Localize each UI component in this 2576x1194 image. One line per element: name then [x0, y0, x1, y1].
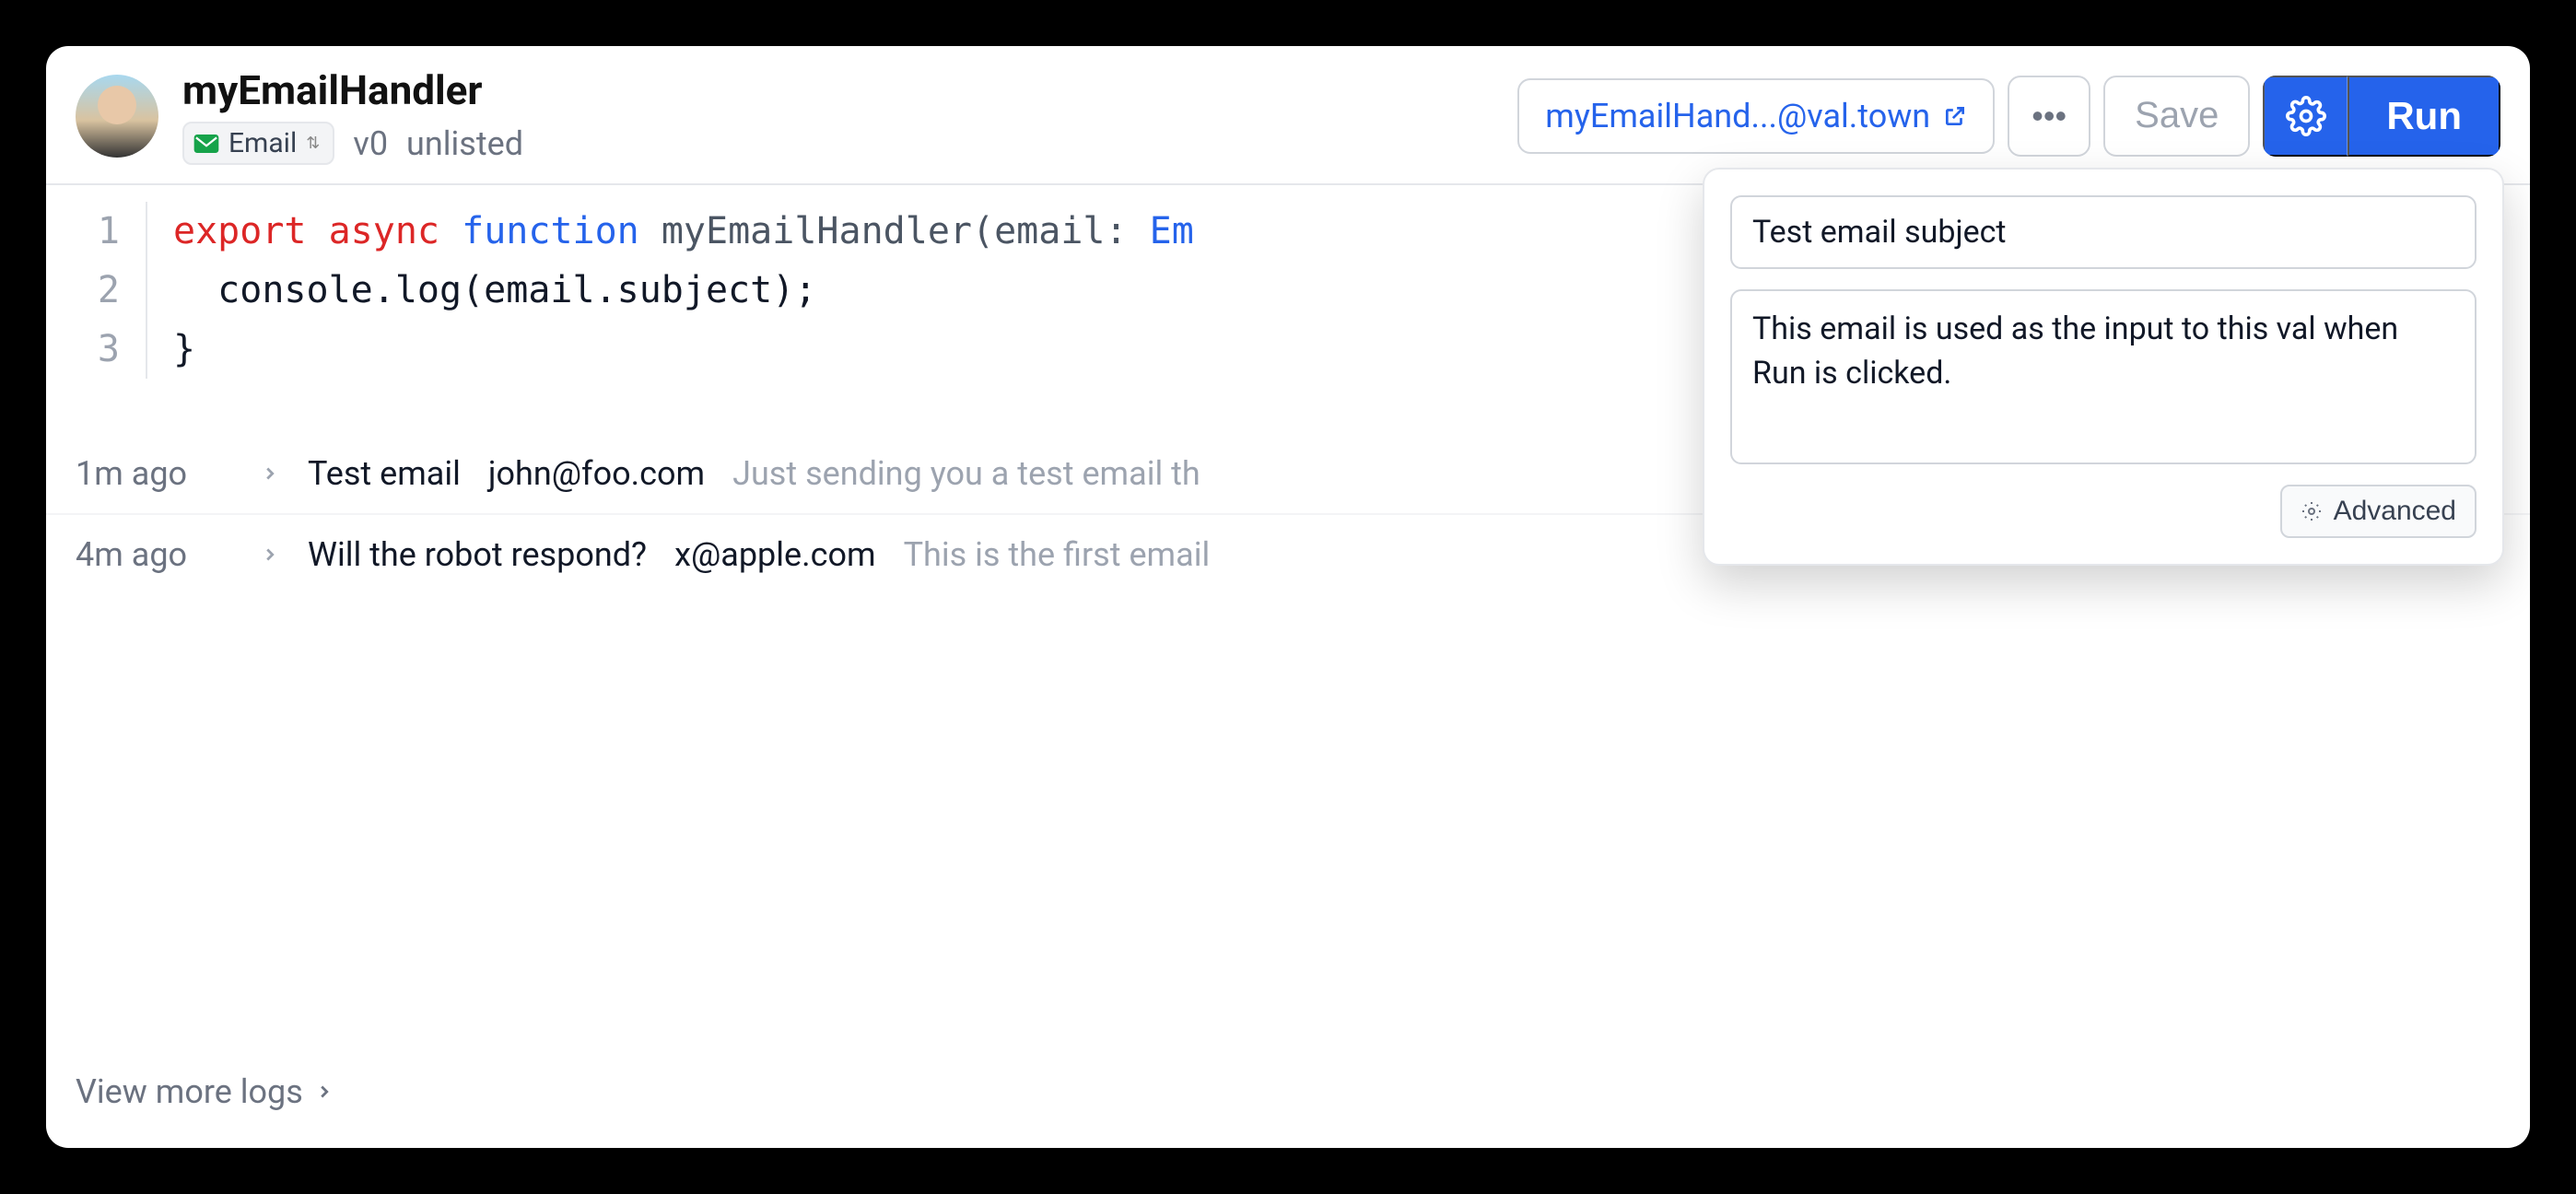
version-label: v0 — [353, 124, 388, 163]
log-subject: Will the robot respond? — [308, 535, 647, 574]
type-badge[interactable]: Email ⇅ — [182, 122, 334, 165]
val-title: myEmailHandler — [182, 66, 1493, 114]
run-button[interactable]: Run — [2348, 76, 2500, 157]
log-time: 1m ago — [76, 454, 232, 493]
line-gutter: 1 2 3 — [46, 202, 147, 379]
chevron-right-icon — [260, 463, 280, 484]
log-from: john@foo.com — [488, 454, 705, 493]
view-more-logs[interactable]: View more logs — [46, 1045, 2530, 1148]
actions: myEmailHand...@val.town ••• Save Run — [1517, 76, 2500, 157]
visibility-label: unlisted — [406, 124, 523, 163]
chevron-right-icon — [314, 1082, 334, 1102]
code-line: console.log(email.subject); — [173, 261, 1194, 320]
log-from: x@apple.com — [674, 535, 875, 574]
gear-icon — [2301, 500, 2323, 522]
chevron-right-icon — [260, 544, 280, 565]
run-settings-button[interactable] — [2263, 76, 2348, 157]
more-button[interactable]: ••• — [2008, 76, 2090, 157]
email-address-text: myEmailHand...@val.town — [1545, 97, 1930, 135]
updown-icon: ⇅ — [306, 134, 320, 153]
run-settings-popover: This email is used as the input to this … — [1703, 168, 2504, 566]
avatar[interactable] — [76, 75, 158, 158]
log-subject: Test email — [308, 454, 461, 493]
code-content: export async function myEmailHandler(ema… — [147, 202, 1194, 379]
dots-icon: ••• — [2032, 97, 2067, 135]
advanced-row: Advanced — [1730, 485, 2476, 538]
log-time: 4m ago — [76, 535, 232, 574]
header: myEmailHandler Email ⇅ v0 unlisted myEma… — [46, 46, 2530, 185]
save-button[interactable]: Save — [2103, 76, 2250, 157]
val-card: myEmailHandler Email ⇅ v0 unlisted myEma… — [46, 46, 2530, 1148]
view-more-label: View more logs — [76, 1072, 303, 1111]
line-number: 3 — [46, 320, 120, 379]
title-block: myEmailHandler Email ⇅ v0 unlisted — [182, 66, 1493, 165]
code-line: } — [173, 320, 1194, 379]
meta-row: Email ⇅ v0 unlisted — [182, 122, 1493, 165]
email-icon — [193, 135, 219, 153]
badge-label: Email — [228, 127, 297, 159]
advanced-button[interactable]: Advanced — [2280, 485, 2476, 538]
advanced-label: Advanced — [2334, 496, 2456, 527]
line-number: 2 — [46, 261, 120, 320]
external-link-icon — [1943, 104, 1967, 128]
run-group: Run — [2263, 76, 2500, 157]
code-line: export async function myEmailHandler(ema… — [173, 202, 1194, 261]
test-body-textarea[interactable]: This email is used as the input to this … — [1730, 289, 2476, 464]
test-subject-input[interactable] — [1730, 195, 2476, 269]
email-address-pill[interactable]: myEmailHand...@val.town — [1517, 78, 1995, 154]
line-number: 1 — [46, 202, 120, 261]
gear-icon — [2286, 96, 2326, 136]
log-preview: Just sending you a test email th — [732, 454, 1200, 493]
log-preview: This is the first email — [904, 535, 1211, 574]
